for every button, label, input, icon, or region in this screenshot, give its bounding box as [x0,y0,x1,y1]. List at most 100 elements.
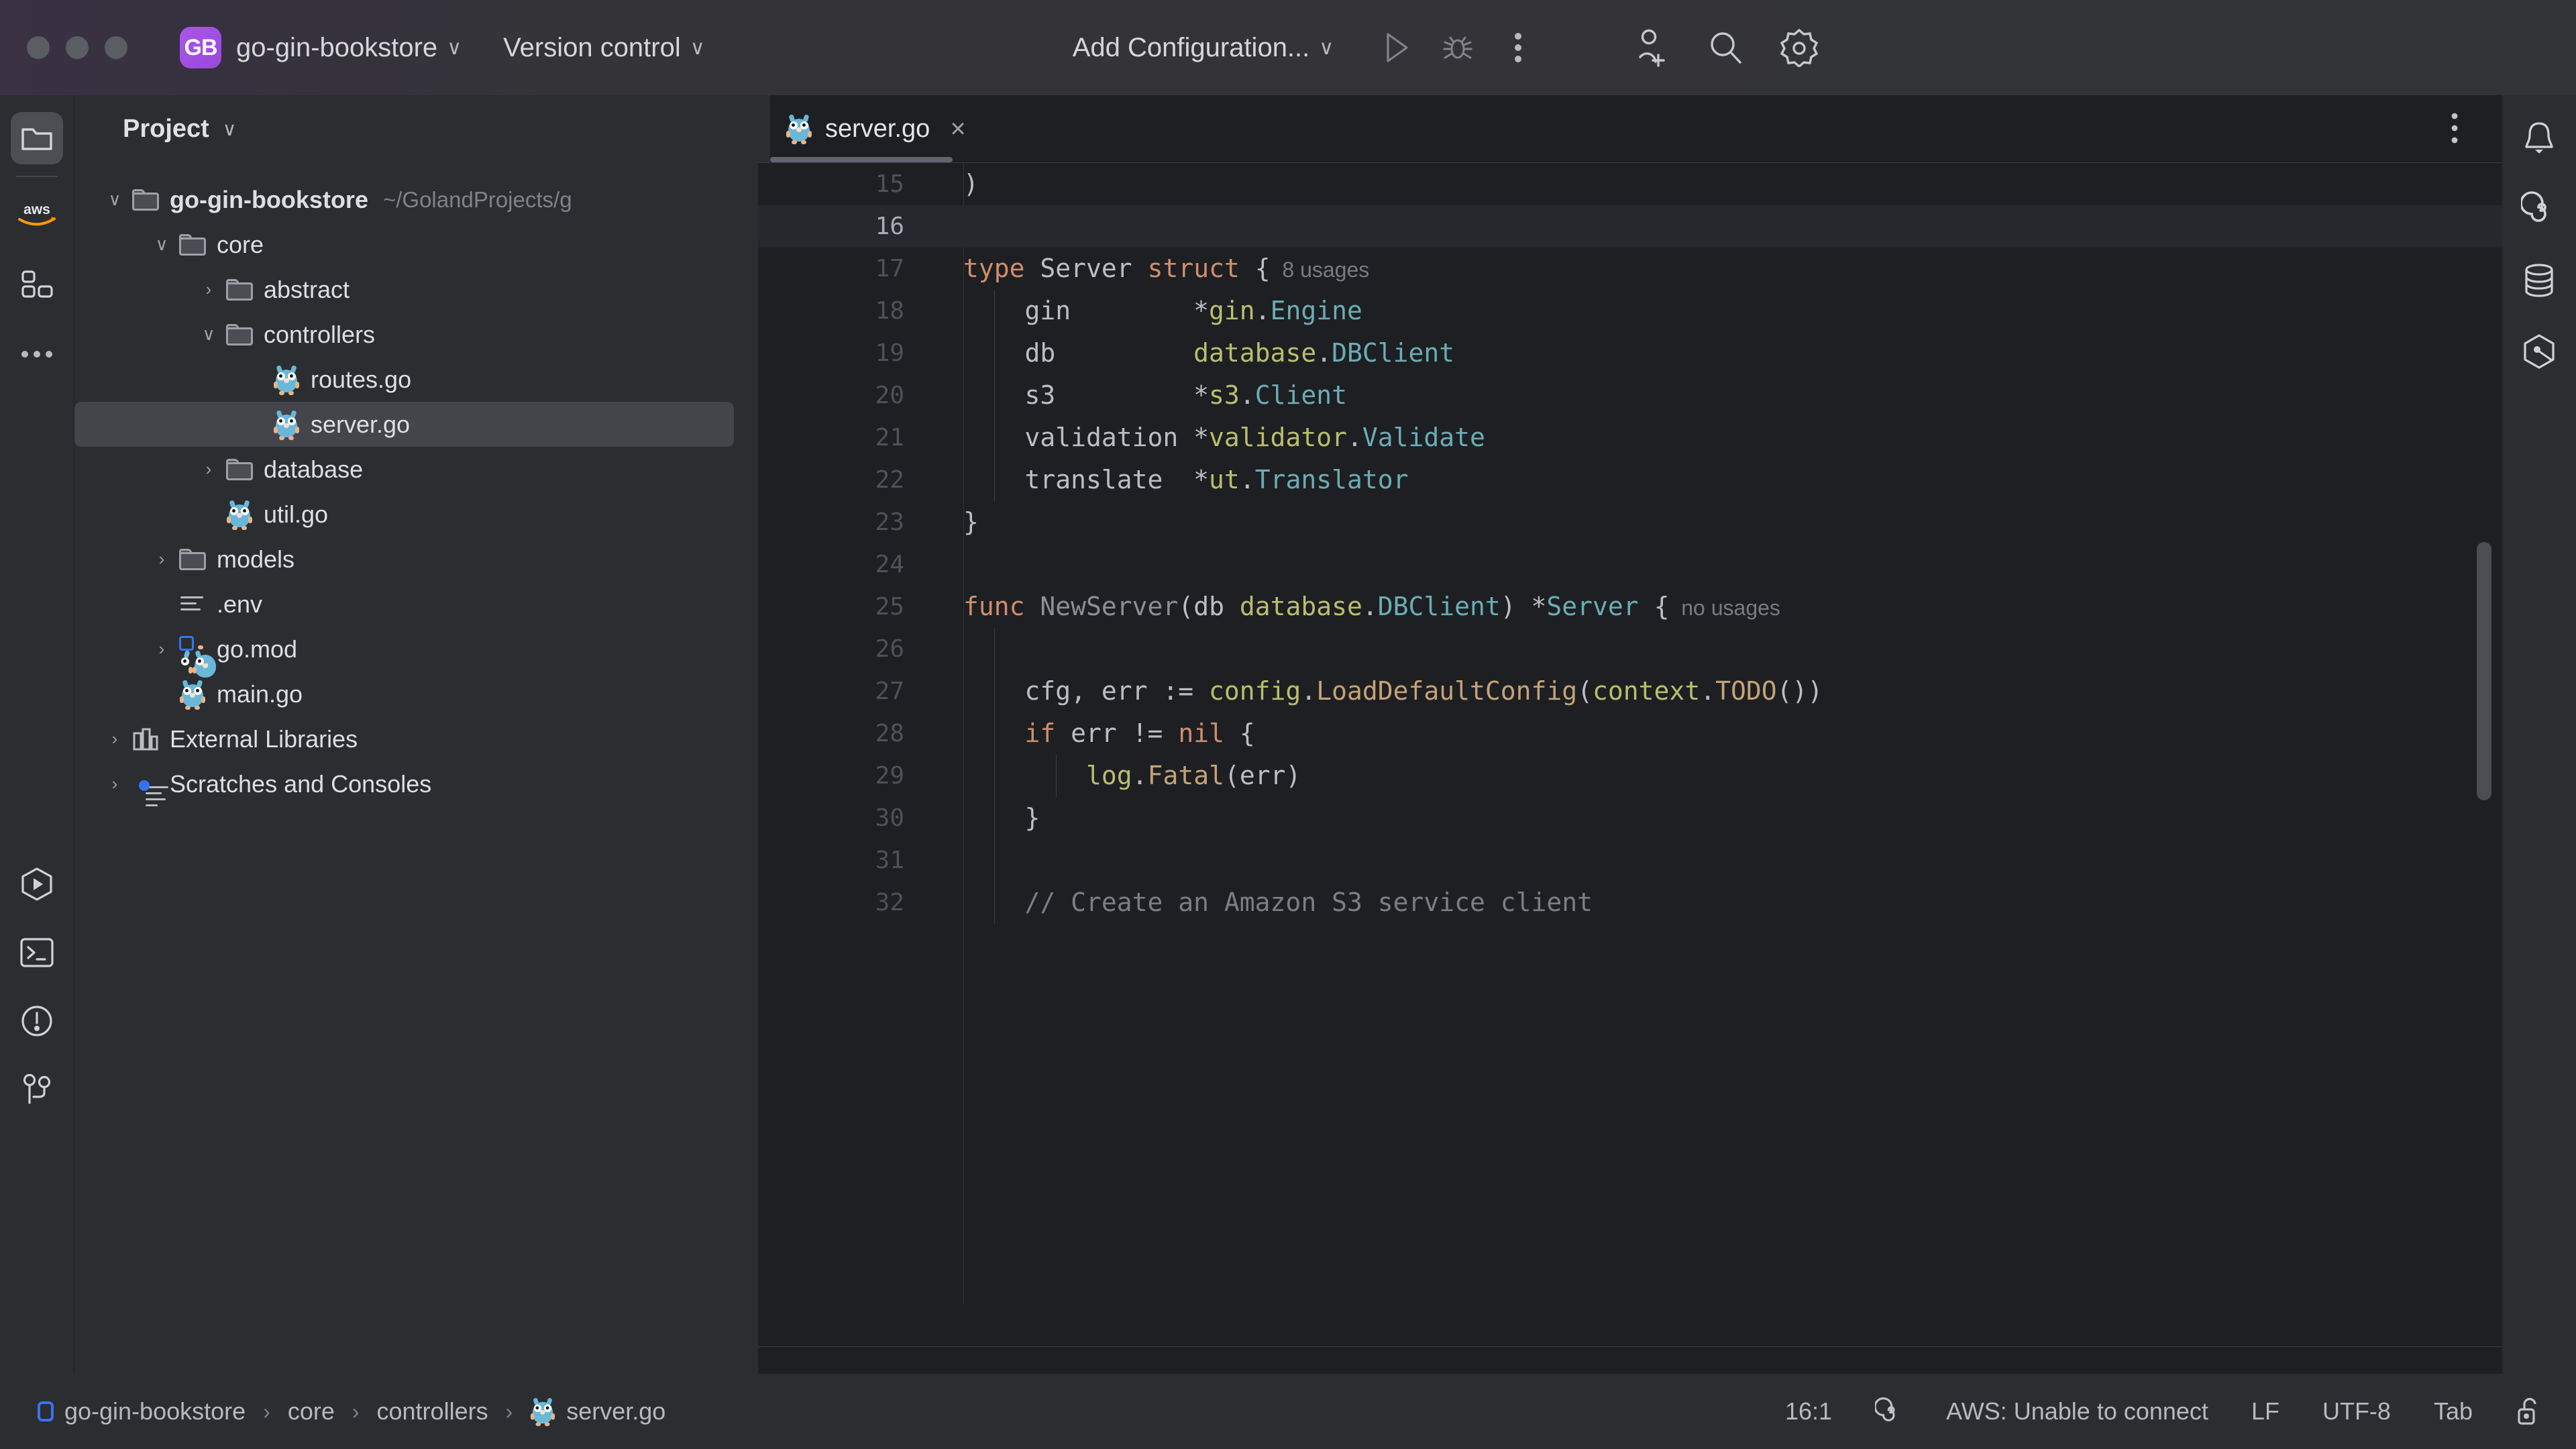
code-line[interactable]: 29 log.Fatal(err) [758,755,2502,797]
line-separator-status[interactable]: LF [2251,1397,2279,1426]
maximize-window-button[interactable] [105,36,127,59]
tree-item-controllers[interactable]: ∨ controllers [74,312,758,357]
debug-icon[interactable] [1433,23,1483,72]
tree-item-abstract[interactable]: › abstract [74,267,758,312]
code-line[interactable]: 16 [758,205,2502,248]
sidebar-item-plugins[interactable] [2502,318,2576,385]
code-line[interactable]: 20 s3 *s3.Client [758,374,2502,417]
search-icon[interactable] [1697,19,1754,76]
tree-item-go-mod[interactable]: › go.mod [74,627,758,678]
close-icon[interactable]: × [950,114,965,144]
code-line[interactable]: 32 // Create an Amazon S3 service client [758,881,2502,924]
settings-icon[interactable] [1771,19,1827,76]
sidebar-item-database[interactable] [2502,247,2576,314]
code-line[interactable]: 19 db database.DBClient [758,332,2502,374]
chevron-down-icon[interactable]: ∨ [148,234,175,255]
chevron-down-icon: ∨ [1319,36,1334,59]
version-control-widget[interactable]: Version control ∨ [503,33,705,63]
breadcrumb-item[interactable]: core [288,1397,335,1426]
tab-server-go[interactable]: server.go × [758,95,966,162]
editor-vertical-scrollbar[interactable] [2477,542,2491,800]
sidebar-item-project[interactable] [0,105,74,172]
sidebar-item-more[interactable] [0,321,74,388]
caret-position[interactable]: 16:1 [1785,1397,1832,1426]
code-line[interactable]: 15) [758,163,2502,205]
sidebar-item-aws[interactable]: aws [0,181,74,248]
more-vertical-icon[interactable] [2451,113,2458,144]
code-line[interactable]: 24 [758,543,2502,586]
code-editor[interactable]: 15) 16 17 type Server struct { 8 usages 18 g… [758,162,2502,1303]
minimize-window-button[interactable] [66,36,89,59]
run-configuration-selector[interactable]: Add Configuration... ∨ [1073,33,1334,63]
tree-item-go-gin-bookstore[interactable]: ∨ go-gin-bookstore ~/GolandProjects/g [74,177,758,222]
run-icon[interactable] [1373,23,1422,72]
chevron-down-icon[interactable]: ∨ [195,324,222,345]
more-actions-icon[interactable] [1493,23,1543,72]
code-token-kw: if [1024,718,1056,748]
breadcrumb-item[interactable]: go-gin-bookstore [38,1397,246,1426]
sidebar-item-structure[interactable] [0,251,74,318]
project-selector[interactable]: GB go-gin-bookstore ∨ [180,27,462,68]
tree-item-routes-go[interactable]: routes.go [74,357,758,402]
project-panel-header[interactable]: Project ∨ [74,95,758,162]
tree-item-util-go[interactable]: util.go [74,492,758,537]
window-controls[interactable] [27,36,127,59]
sidebar-item-notifications[interactable] [2502,105,2576,172]
code-line[interactable]: 25 func NewServer(db database.DBClient) *… [758,586,2502,628]
code-line[interactable]: 22 translate *ut.Translator [758,459,2502,501]
code-line[interactable]: 18 gin *gin.Engine [758,290,2502,332]
encoding-status[interactable]: UTF-8 [2322,1397,2391,1426]
tree-item-scratches-and-consoles[interactable]: › Scratches and Consoles [74,761,758,806]
line-number: 20 [875,382,904,409]
code-token-ident: translate * [963,465,1210,494]
code-line[interactable]: 23} [758,501,2502,543]
chevron-right-icon[interactable]: › [195,279,222,300]
code-token-cmt: // Create an Amazon S3 service client [963,888,1593,917]
breadcrumb-label: go-gin-bookstore [64,1397,246,1425]
project-tree: ∨ go-gin-bookstore ~/GolandProjects/g ∨ core… [74,162,758,806]
code-line[interactable]: 31 [758,839,2502,881]
tree-item-core[interactable]: ∨ core [74,222,758,267]
code-token-ident: err != [1055,718,1179,748]
code-token-fnname: NewServer [1040,592,1179,621]
sidebar-item-git[interactable] [0,1056,74,1123]
tree-item-label: go-gin-bookstore [170,185,368,213]
add-user-icon[interactable] [1623,19,1680,76]
chevron-right-icon[interactable]: › [148,639,175,659]
close-window-button[interactable] [27,36,50,59]
code-line[interactable]: 17 type Server struct { 8 usages [758,248,2502,290]
indent-status[interactable]: Tab [2434,1397,2473,1426]
tree-item-database[interactable]: › database [74,447,758,492]
code-token-typ: Server [1546,592,1639,621]
code-token-typ: Validate [1362,423,1485,452]
sidebar-item-run[interactable] [0,851,74,918]
sidebar-item-problems[interactable] [0,987,74,1055]
chevron-right-icon[interactable]: › [148,549,175,570]
chevron-right-icon[interactable]: › [101,773,128,794]
indent-guide [994,628,995,670]
tree-item-main-go[interactable]: main.go [74,672,758,716]
tree-item-server-go[interactable]: server.go [74,402,734,447]
tree-item-models[interactable]: › models [74,537,758,582]
code-token-pkg: context [1593,676,1701,706]
code-line[interactable]: 27 cfg, err := config.LoadDefaultConfig(… [758,670,2502,712]
code-token-typ: DBClient [1332,338,1455,368]
breadcrumb-item[interactable]: controllers [377,1397,488,1426]
tree-item-icon [175,594,210,614]
breadcrumb-item[interactable]: server.go [530,1396,665,1427]
chevron-right-icon[interactable]: › [101,729,128,749]
code-line[interactable]: 21 validation *validator.Validate [758,417,2502,459]
sidebar-item-terminal[interactable] [0,919,74,986]
tree-item-external-libraries[interactable]: › External Libraries [74,716,758,761]
unlocked-icon[interactable] [2516,1397,2541,1426]
sidebar-item-ai-assistant[interactable] [2502,176,2576,243]
indent-guide [994,839,995,881]
code-line[interactable]: 28 if err != nil { [758,712,2502,755]
chevron-down-icon[interactable]: ∨ [101,189,128,210]
code-line[interactable]: 30 } [758,797,2502,839]
aws-connection-status[interactable]: AWS: Unable to connect [1946,1397,2208,1426]
chevron-right-icon[interactable]: › [195,459,222,480]
tree-item-env[interactable]: .env [74,582,758,627]
ai-assistant-status-icon[interactable] [1875,1397,1903,1426]
code-line[interactable]: 26 [758,628,2502,670]
